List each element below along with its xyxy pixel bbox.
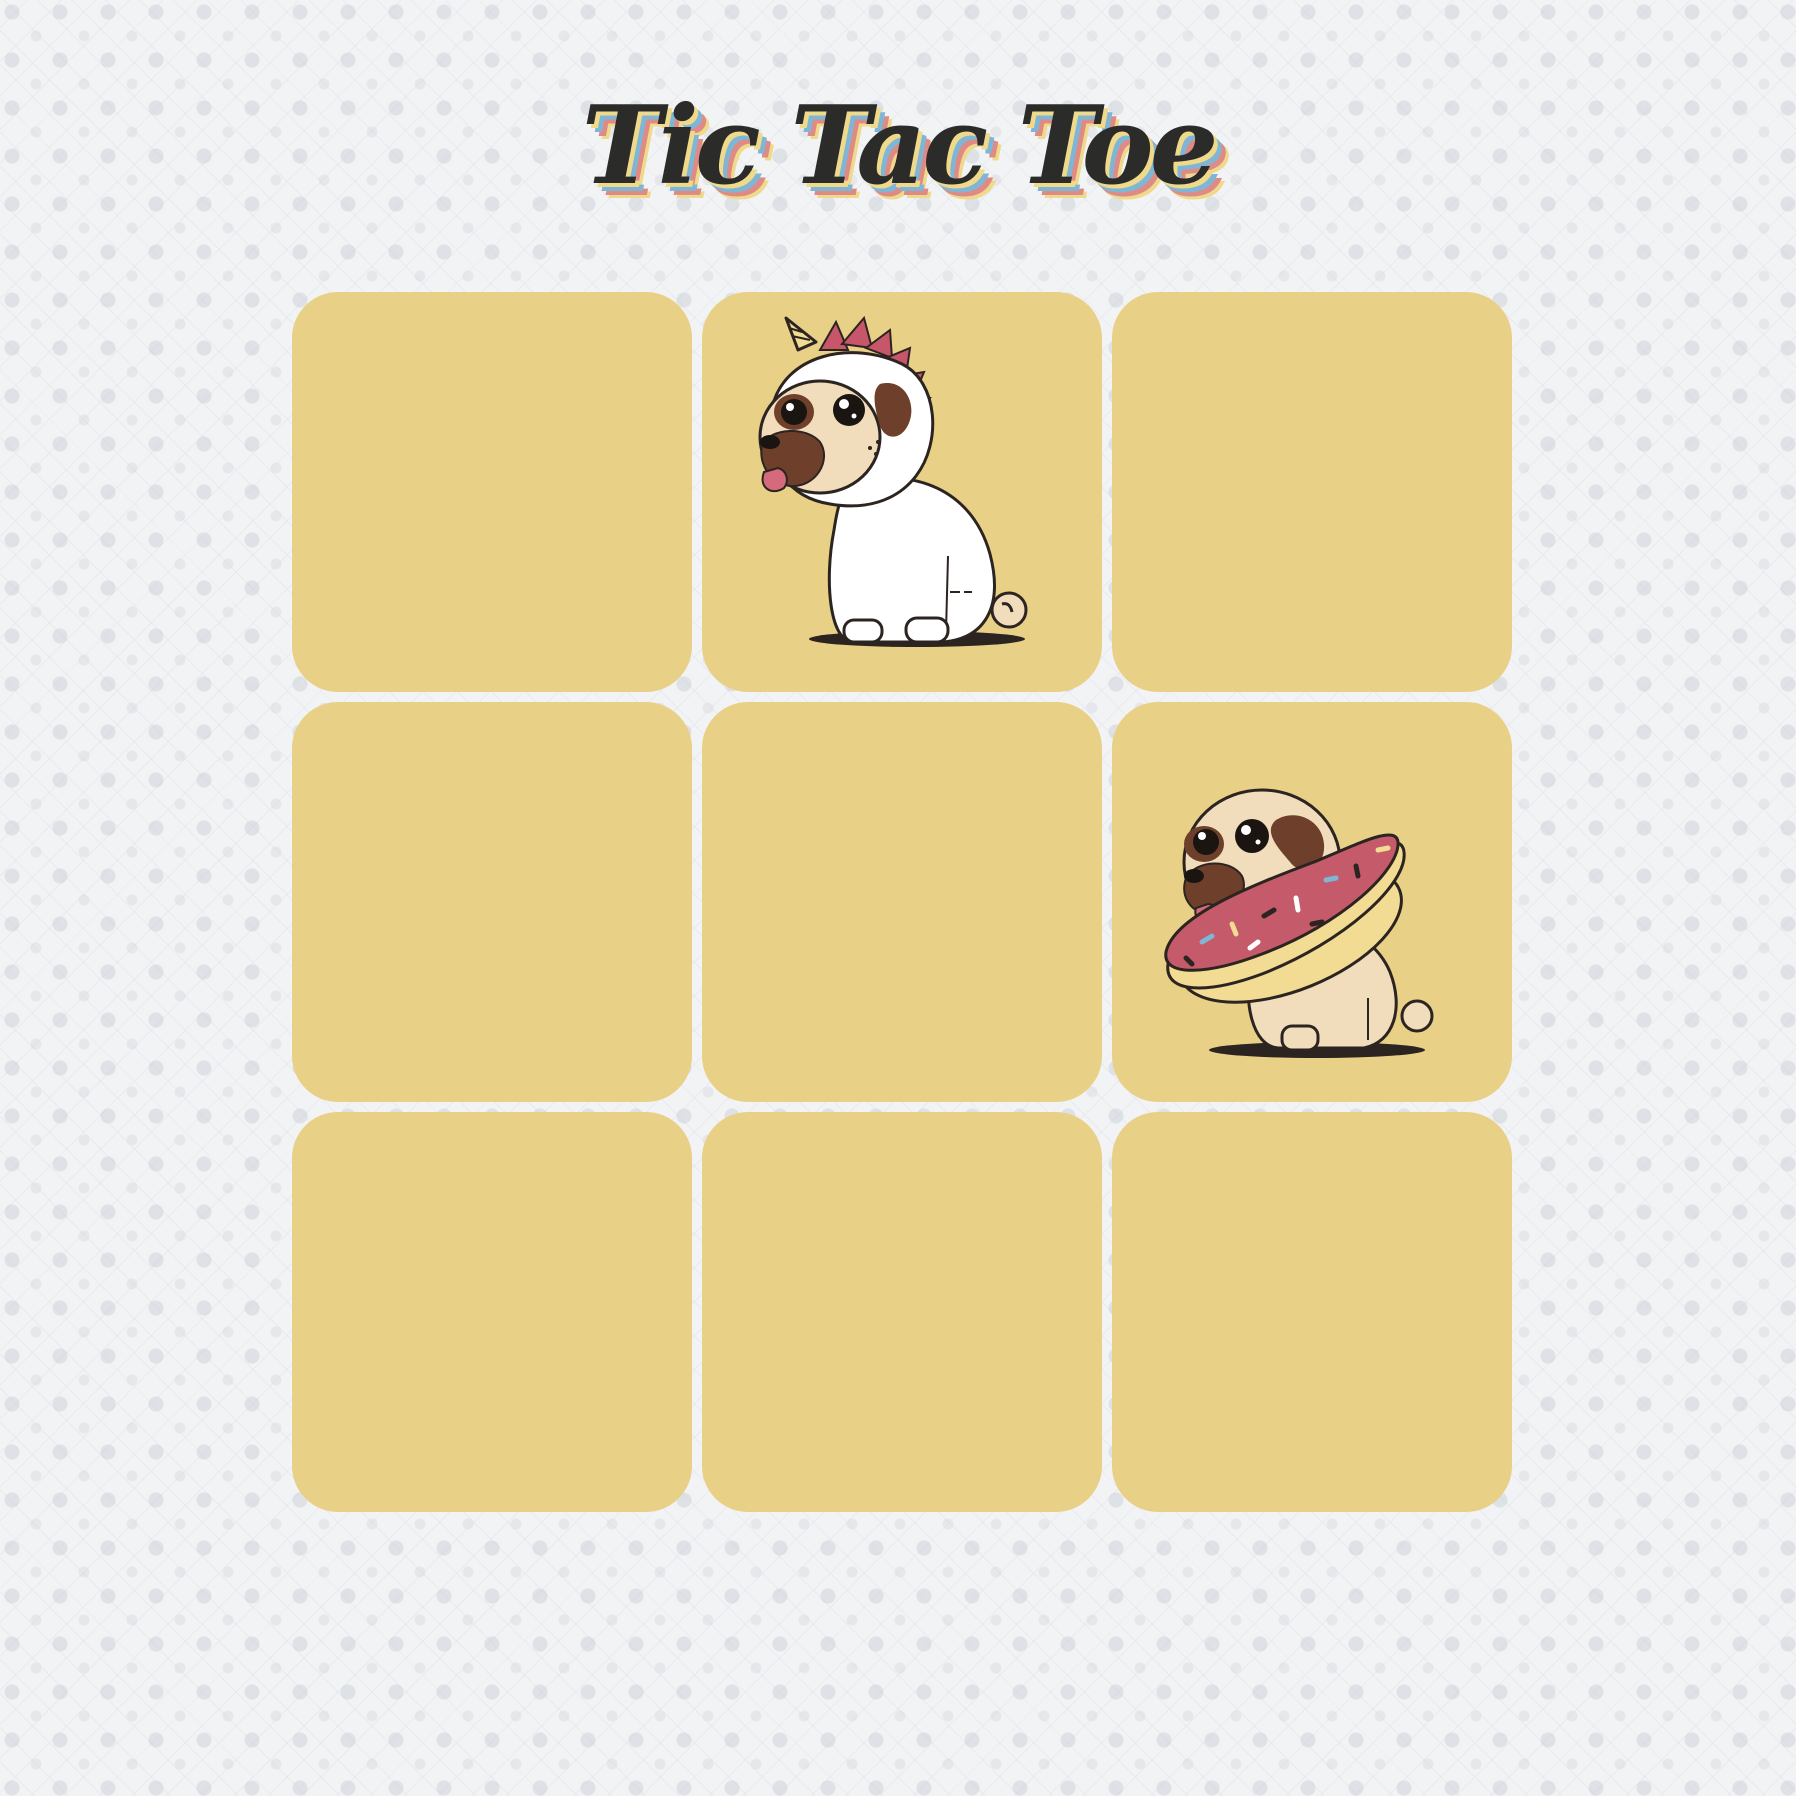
board-cell-6[interactable]: [1112, 702, 1512, 1102]
board-cell-5[interactable]: [702, 702, 1102, 1102]
board-cell-1[interactable]: [292, 292, 692, 692]
game-board: [292, 292, 1512, 1512]
board-cell-8[interactable]: [702, 1112, 1102, 1512]
board-cell-9[interactable]: [1112, 1112, 1512, 1512]
donut-pug-icon: [1164, 788, 1434, 1058]
board-cell-4[interactable]: [292, 702, 692, 1102]
board-cell-3[interactable]: [1112, 292, 1512, 692]
game-title: Tic Tac Toe: [581, 83, 1219, 209]
board-cell-7[interactable]: [292, 1112, 692, 1512]
unicorn-pug-icon: [758, 315, 1028, 647]
board-cell-2[interactable]: [702, 292, 1102, 692]
